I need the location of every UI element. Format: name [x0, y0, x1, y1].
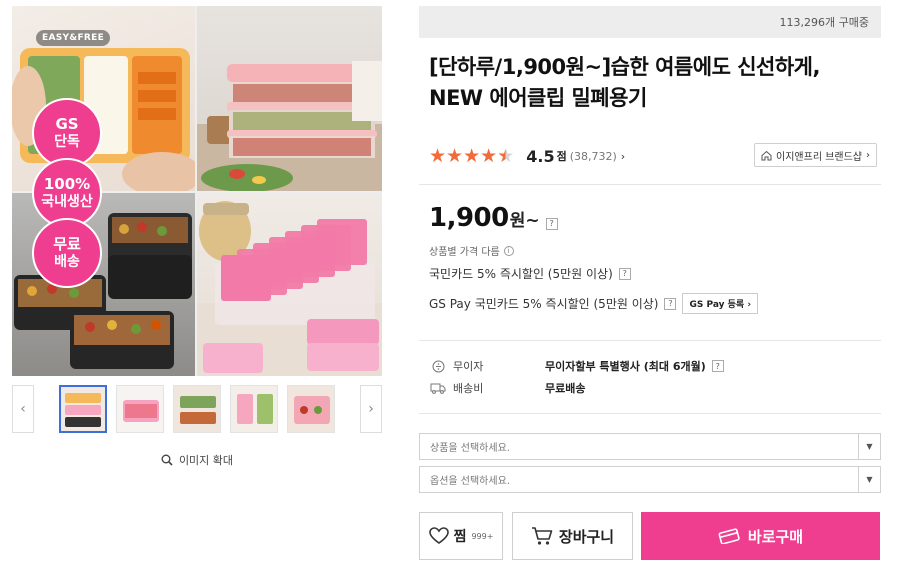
photo-black-containers — [12, 193, 195, 376]
thumbnail-2[interactable] — [116, 385, 164, 433]
chevron-down-icon: ▼ — [858, 467, 880, 492]
brand-shop-button[interactable]: 이지앤프리 브랜드샵 › — [754, 143, 877, 167]
help-icon[interactable]: ? — [545, 217, 558, 230]
chevron-down-icon: ▼ — [858, 434, 880, 459]
installment-row: 무이자 무이자할부 특별행사 (최대 6개월) ? — [429, 358, 724, 374]
price-row: 1,900 원~ ? — [429, 203, 558, 233]
badge-free-shipping: 무료 배송 — [32, 218, 102, 288]
gspay-register-button[interactable]: GS Pay 등록 › — [682, 293, 759, 314]
truck-icon — [429, 382, 447, 394]
chevron-right-icon[interactable]: › — [621, 150, 625, 163]
chevron-right-icon: › — [866, 149, 870, 161]
thumbnail-strip: ‹ › — [12, 385, 382, 433]
help-icon[interactable]: ? — [618, 267, 631, 280]
star-rating: ★ ★ ★ ★ ★ — [429, 144, 515, 167]
divider — [419, 413, 881, 414]
buy-label: 바로구매 — [747, 527, 804, 546]
heart-icon — [428, 527, 449, 544]
help-icon[interactable]: ? — [711, 360, 724, 372]
gspay-discount: GS Pay 국민카드 5% 즉시할인 (5만원 이상) ? GS Pay 등록… — [429, 293, 759, 314]
thumbnail-3[interactable] — [173, 385, 221, 433]
card-discount: 국민카드 5% 즉시할인 (5만원 이상) ? — [429, 265, 631, 282]
buying-count: 113,296개 구매중 — [779, 16, 869, 29]
home-icon — [761, 150, 772, 160]
star-icon: ★ — [463, 144, 481, 167]
shipping-row: 배송비 무료배송 — [429, 380, 585, 396]
brand-shop-label: 이지앤프리 브랜드샵 — [776, 151, 862, 163]
rating-score: 4.5 — [526, 146, 555, 166]
buying-count-bar: 113,296개 구매중 — [419, 6, 881, 38]
cart-label: 장바구니 — [558, 527, 615, 546]
add-to-cart-button[interactable]: 장바구니 — [512, 512, 633, 560]
wish-button[interactable]: 찜 999+ — [419, 512, 503, 560]
rating-row: ★ ★ ★ ★ ★ 4.5 점 (38,732) › 이지앤프리 브랜드샵 › — [429, 143, 879, 169]
photo-stacked-containers — [197, 6, 382, 191]
chevron-left-icon[interactable]: ‹ — [12, 385, 34, 433]
installment-icon — [429, 360, 447, 373]
product-select[interactable]: 상품을 선택하세요. ▼ — [419, 433, 881, 460]
chevron-right-icon[interactable]: › — [360, 385, 382, 433]
option-select[interactable]: 옵션을 선택하세요. ▼ — [419, 466, 881, 493]
photo-pink-lids — [197, 193, 382, 376]
price-value: 1,900 — [429, 203, 509, 233]
star-icon: ★ — [429, 144, 447, 167]
wish-label: 찜 — [453, 529, 467, 545]
card-icon — [718, 528, 740, 544]
rating-unit: 점 — [556, 150, 567, 163]
thumbnail-1[interactable] — [59, 385, 107, 433]
divider — [419, 340, 881, 341]
cart-icon — [531, 527, 553, 545]
star-icon: ★ — [480, 144, 498, 167]
product-title: [단하루/1,900원~]습한 여름에도 신선하게, NEW 에어클립 밀폐용기 — [429, 55, 820, 110]
price-unit: 원~ — [509, 211, 540, 231]
buy-now-button[interactable]: 바로구매 — [641, 512, 880, 560]
thumbnail-5[interactable] — [287, 385, 335, 433]
image-zoom-link[interactable]: 이미지 확대 — [12, 452, 382, 468]
zoom-label: 이미지 확대 — [178, 454, 234, 467]
thumbnail-4[interactable] — [230, 385, 278, 433]
brand-tag: EASY&FREE — [36, 30, 111, 46]
review-count-link[interactable]: (38,732) — [570, 150, 617, 163]
help-icon[interactable]: ? — [664, 297, 677, 310]
divider — [419, 184, 881, 185]
magnifier-icon — [161, 454, 173, 466]
star-icon: ★ — [446, 144, 464, 167]
price-note: 상품별 가격 다름 i — [429, 243, 514, 258]
star-half-icon: ★ — [497, 144, 515, 167]
wish-count: 999+ — [471, 531, 494, 541]
product-main-image[interactable]: EASY&FREE GS 단독 100% 국내생산 무료 배송 — [12, 6, 382, 376]
info-icon[interactable]: i — [503, 245, 514, 256]
